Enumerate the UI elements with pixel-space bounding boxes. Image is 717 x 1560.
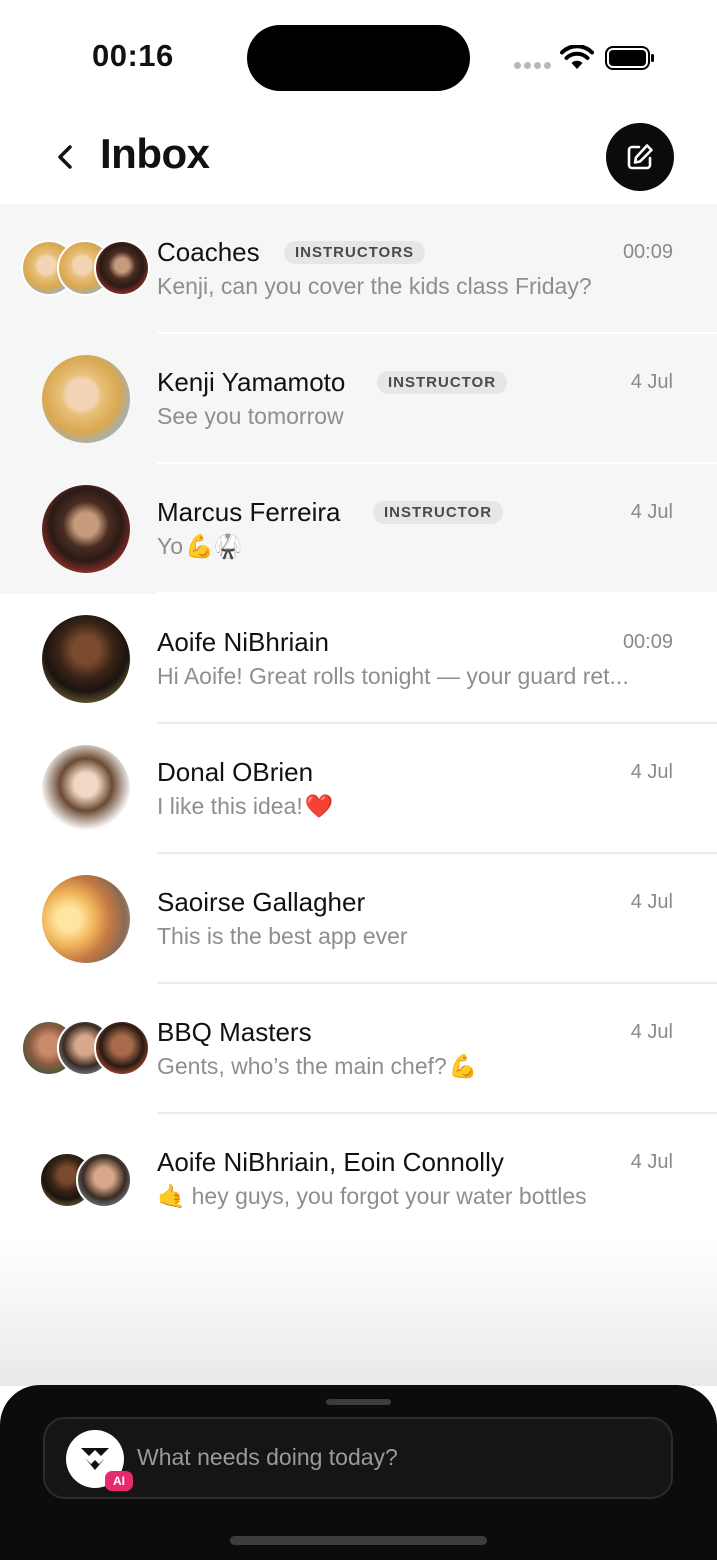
avatar [42, 875, 130, 963]
page-title: Inbox [100, 130, 210, 177]
status-bar: 00:16 [0, 0, 717, 110]
conversation-name: Coaches [157, 237, 260, 267]
conversation-row[interactable]: BBQ Masters 4 Jul Gents, who’s the main … [0, 984, 717, 1114]
conversation-name: Marcus Ferreira [157, 497, 341, 527]
conversation-time: 4 Jul [630, 891, 673, 913]
compose-icon [627, 144, 653, 170]
conversation-time: 00:09 [622, 241, 673, 263]
conversation-time: 4 Jul [630, 371, 673, 393]
conversation-row[interactable]: Coaches INSTRUCTORS 00:09 Kenji, can you… [0, 204, 717, 334]
emoji: 💪 [448, 1053, 478, 1079]
conversation-name: Aoife NiBhriain, Eoin Connolly [157, 1147, 504, 1177]
role-badge: INSTRUCTOR [373, 501, 504, 524]
avatar [42, 355, 130, 443]
status-time: 00:16 [92, 38, 174, 73]
avatar [94, 1020, 150, 1076]
message-preview: This is the best app ever [157, 923, 408, 949]
role-badge: INSTRUCTORS [284, 241, 426, 264]
avatar [94, 240, 150, 296]
wifi-icon [560, 45, 594, 69]
avatar [76, 1152, 132, 1208]
avatar [42, 615, 130, 703]
message-preview: Yo💪🥋 [157, 533, 243, 559]
conversation-row[interactable]: Donal OBrien 4 Jul I like this idea!❤️ [0, 724, 717, 854]
message-preview: See you tomorrow [157, 403, 344, 429]
avatar [42, 745, 130, 833]
chevron-left-icon[interactable] [50, 140, 84, 174]
conversation-name: Kenji Yamamoto [157, 367, 346, 397]
assistant-input[interactable]: AI What needs doing today? [43, 1417, 673, 1499]
role-badge: INSTRUCTOR [377, 371, 508, 394]
avatar [42, 485, 130, 573]
list-fade [0, 1240, 717, 1386]
header: Inbox [0, 110, 717, 204]
conversation-time: 4 Jul [630, 501, 673, 523]
conversation-row[interactable]: Kenji Yamamoto INSTRUCTOR 4 Jul See you … [0, 334, 717, 464]
message-preview: Kenji, can you cover the kids class Frid… [157, 273, 592, 299]
conversation-name: BBQ Masters [157, 1017, 312, 1047]
message-preview: Hi Aoife! Great rolls tonight — your gua… [157, 663, 629, 689]
compose-button[interactable] [606, 123, 674, 191]
message-preview: Gents, who’s the main chef?💪 [157, 1053, 478, 1079]
emoji: ❤️ [304, 793, 334, 819]
conversation-name: Donal OBrien [157, 757, 314, 787]
conversation-row[interactable]: Marcus Ferreira INSTRUCTOR 4 Jul Yo💪🥋 [0, 464, 717, 594]
signal-icon [514, 62, 551, 70]
assistant-placeholder: What needs doing today? [137, 1444, 398, 1470]
conversation-time: 4 Jul [630, 761, 673, 783]
assistant-sheet: AI What needs doing today? [0, 1385, 717, 1560]
battery-icon [605, 46, 654, 70]
conversation-time: 4 Jul [630, 1021, 673, 1043]
emoji: 🤙 [157, 1183, 186, 1209]
conversation-time: 00:09 [622, 631, 673, 653]
conversation-row[interactable]: Aoife NiBhriain, Eoin Connolly 4 Jul 🤙 he… [0, 1114, 717, 1244]
message-preview: I like this idea!❤️ [157, 793, 334, 819]
conversation-row[interactable]: Aoife NiBhriain 00:09 Hi Aoife! Great ro… [0, 594, 717, 724]
sheet-grabber[interactable] [326, 1399, 391, 1405]
emoji: 💪🥋 [185, 533, 243, 559]
conversation-name: Aoife NiBhriain [157, 627, 329, 657]
conversation-time: 4 Jul [630, 1151, 673, 1173]
ai-badge: AI [105, 1471, 133, 1491]
home-indicator [230, 1536, 487, 1545]
dynamic-island [247, 25, 470, 91]
message-preview: 🤙 hey guys, you forgot your water bottles [157, 1183, 587, 1209]
conversation-list: Coaches INSTRUCTORS 00:09 Kenji, can you… [0, 204, 717, 1244]
conversation-row[interactable]: Saoirse Gallagher 4 Jul This is the best… [0, 854, 717, 984]
conversation-name: Saoirse Gallagher [157, 887, 366, 917]
